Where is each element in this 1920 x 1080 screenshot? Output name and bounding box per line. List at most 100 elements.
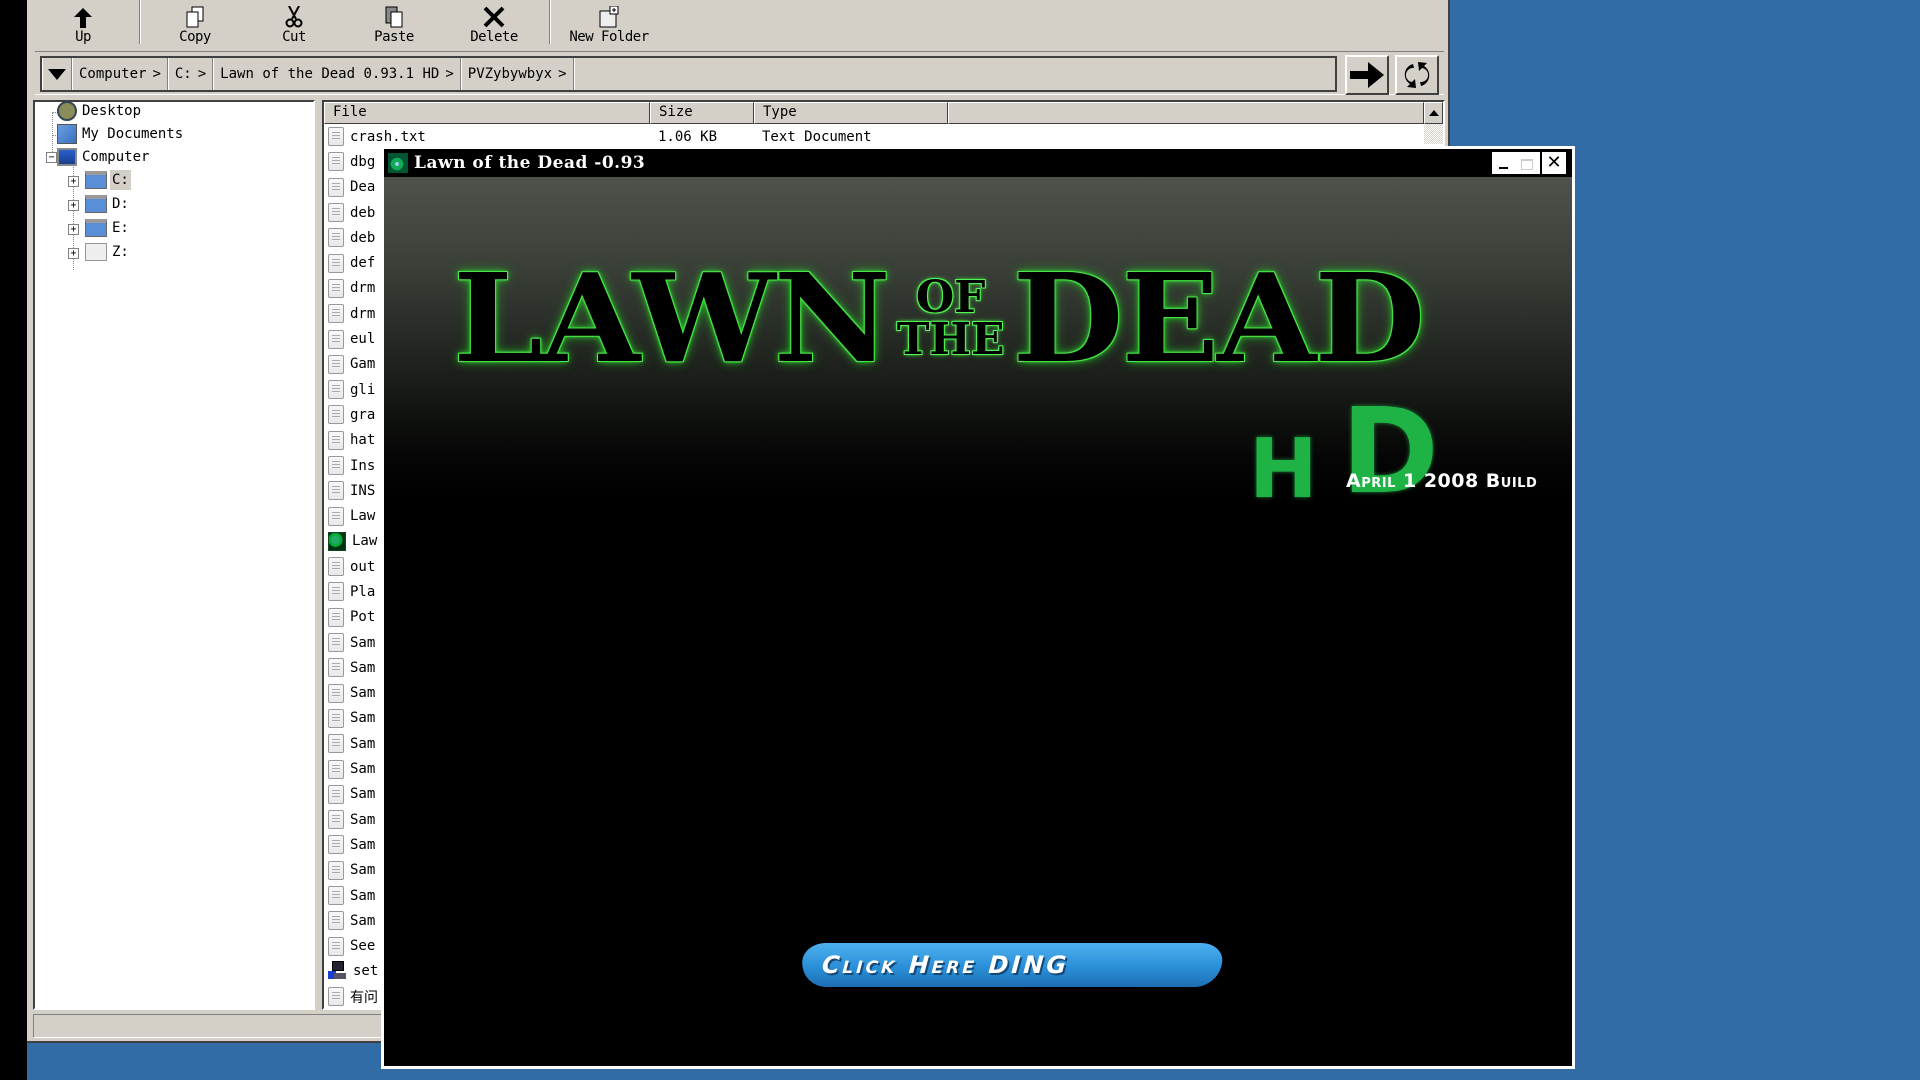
breadcrumb-subfolder[interactable]: PVZybywbyx >: [460, 58, 574, 90]
document-icon: [328, 456, 344, 475]
paste-icon: [384, 6, 404, 28]
my-documents-icon: [57, 124, 77, 144]
refresh-button[interactable]: [1395, 55, 1439, 95]
file-name: crash.txt: [350, 128, 426, 145]
file-name: set: [353, 963, 379, 980]
file-name: drm: [350, 280, 376, 297]
logo-hd-d: D: [1341, 382, 1439, 520]
document-icon: [328, 152, 344, 172]
address-input[interactable]: [573, 58, 1336, 90]
breadcrumb-game-folder[interactable]: Lawn of the Dead 0.93.1 HD >: [213, 58, 461, 90]
maximize-button[interactable]: [1521, 159, 1534, 170]
file-name: Law: [350, 508, 376, 525]
document-icon: [328, 911, 344, 931]
document-icon: [328, 936, 344, 956]
logo-of-the: OF THE: [896, 272, 1005, 365]
file-name: 有问: [350, 989, 378, 1006]
chevron-down-icon: [48, 68, 66, 80]
logo-word-the: THE: [896, 314, 1005, 365]
breadcrumb-c-drive[interactable]: C: >: [167, 58, 214, 90]
file-name: gra: [350, 406, 376, 423]
copy-button[interactable]: Copy: [170, 0, 220, 46]
file-name: Gam: [350, 356, 376, 373]
up-button[interactable]: Up: [63, 0, 103, 46]
new-folder-button[interactable]: New Folder: [561, 0, 657, 46]
window-controls: ✕: [1492, 152, 1566, 174]
logo-word-of: OF: [915, 272, 986, 324]
setup-icon: [328, 961, 347, 981]
paste-button[interactable]: Paste: [366, 0, 422, 46]
document-icon: [328, 405, 344, 425]
file-name: def: [350, 255, 376, 272]
document-icon: [328, 278, 344, 298]
file-name: Sam: [350, 811, 376, 828]
tree-item-my-documents[interactable]: My Documents: [57, 123, 185, 145]
document-icon: [328, 228, 344, 248]
collapse-toggle[interactable]: −: [46, 152, 57, 163]
computer-icon: [57, 148, 77, 166]
scroll-up-button[interactable]: [1424, 102, 1443, 124]
document-icon: [328, 810, 344, 830]
tree-item-d-drive[interactable]: D:: [85, 193, 131, 215]
file-name: Law: [352, 533, 378, 550]
delete-button[interactable]: Delete: [464, 0, 524, 46]
close-icon: ✕: [1546, 152, 1562, 173]
file-name: Sam: [350, 735, 376, 752]
delete-x-icon: [483, 6, 505, 28]
expand-toggle[interactable]: +: [68, 248, 79, 259]
column-header-file[interactable]: File: [324, 102, 650, 124]
scissors-icon: [284, 6, 304, 28]
document-icon: [328, 886, 344, 906]
column-header-size[interactable]: Size: [650, 102, 754, 124]
file-name: Sam: [350, 836, 376, 853]
screen-left-edge: [0, 0, 27, 1080]
tree-item-z-drive[interactable]: Z:: [85, 241, 131, 263]
file-name: Pla: [350, 583, 376, 600]
file-name: deb: [350, 229, 376, 246]
click-here-button[interactable]: Click Here DING: [800, 943, 1224, 987]
file-name: hat: [350, 432, 376, 449]
document-icon: [328, 784, 344, 804]
expand-toggle[interactable]: +: [68, 224, 79, 235]
document-icon: [328, 354, 344, 374]
tree-item-e-drive[interactable]: E:: [85, 217, 131, 239]
history-dropdown-button[interactable]: [42, 58, 72, 90]
file-name: dbg: [350, 153, 376, 170]
file-name: Dea: [350, 179, 376, 196]
logo-hd-h: H: [1249, 422, 1318, 517]
document-icon: [328, 708, 344, 728]
document-icon: [328, 683, 344, 703]
column-header-type[interactable]: Type: [754, 102, 948, 124]
chevron-right-icon: >: [558, 66, 567, 82]
cut-button[interactable]: Cut: [274, 0, 314, 46]
document-icon: [328, 430, 344, 450]
document-icon: [328, 860, 344, 880]
file-name: eul: [350, 331, 376, 348]
breadcrumb-computer[interactable]: Computer >: [72, 58, 168, 90]
logo-word-dead: DEAD: [1012, 247, 1426, 391]
breadcrumb: Computer > C: > Lawn of the Dead 0.93.1 …: [40, 56, 1337, 92]
drive-folder-icon: [85, 219, 107, 237]
up-arrow-icon: [74, 6, 92, 28]
file-name: gli: [350, 381, 376, 398]
document-icon: [328, 759, 344, 779]
document-icon: [328, 253, 344, 273]
file-name: Sam: [350, 634, 376, 651]
tree-item-c-drive[interactable]: C:: [85, 169, 131, 191]
minimize-button[interactable]: [1498, 167, 1508, 169]
file-list-header: File Size Type: [324, 102, 1424, 124]
file-size: 1.06 KB: [658, 128, 718, 145]
expand-toggle[interactable]: +: [68, 200, 79, 211]
refresh-icon: [1404, 62, 1430, 88]
tree-item-computer[interactable]: Computer: [57, 146, 151, 168]
close-button[interactable]: ✕: [1542, 152, 1566, 174]
drive-folder-icon: [85, 171, 107, 189]
game-canvas[interactable]: LAWN OF THE DEAD H D April 1 2008 Build …: [384, 177, 1572, 1066]
tree-item-desktop[interactable]: Desktop: [57, 100, 143, 122]
desktop-icon: [57, 101, 77, 121]
new-folder-icon: [598, 6, 620, 28]
scrollbar-track[interactable]: [1424, 124, 1443, 144]
game-title-bar[interactable]: Lawn of the Dead -0.93 ✕: [384, 149, 1572, 177]
expand-toggle[interactable]: +: [68, 176, 79, 187]
go-button[interactable]: [1345, 55, 1389, 95]
